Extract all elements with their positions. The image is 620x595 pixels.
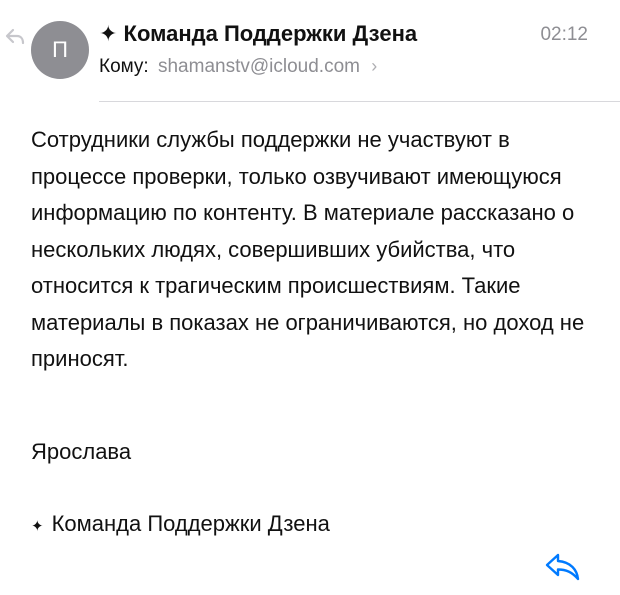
reply-icon[interactable] (544, 551, 582, 583)
signature-name: Ярослава (31, 439, 132, 464)
sender-name[interactable]: ✦ Команда Поддержки Дзена (99, 21, 417, 47)
to-label: Кому: (99, 56, 149, 77)
chevron-right-icon[interactable]: › (371, 56, 377, 76)
signature-team: ✦ Команда Поддержки Дзена (31, 506, 330, 545)
recipient-row[interactable]: Кому: shamanstv@icloud.com › (99, 56, 377, 78)
recipient-address[interactable]: shamanstv@icloud.com (158, 56, 360, 77)
sender-avatar[interactable]: П (31, 21, 89, 79)
message-time: 02:12 (540, 24, 588, 45)
star-icon: ✦ (31, 518, 44, 535)
header-divider (99, 101, 620, 102)
signature-team-label: Команда Поддержки Дзена (51, 511, 330, 536)
message-body: Сотрудники службы поддержки не участвуют… (31, 127, 585, 371)
replied-indicator-icon (5, 28, 25, 45)
